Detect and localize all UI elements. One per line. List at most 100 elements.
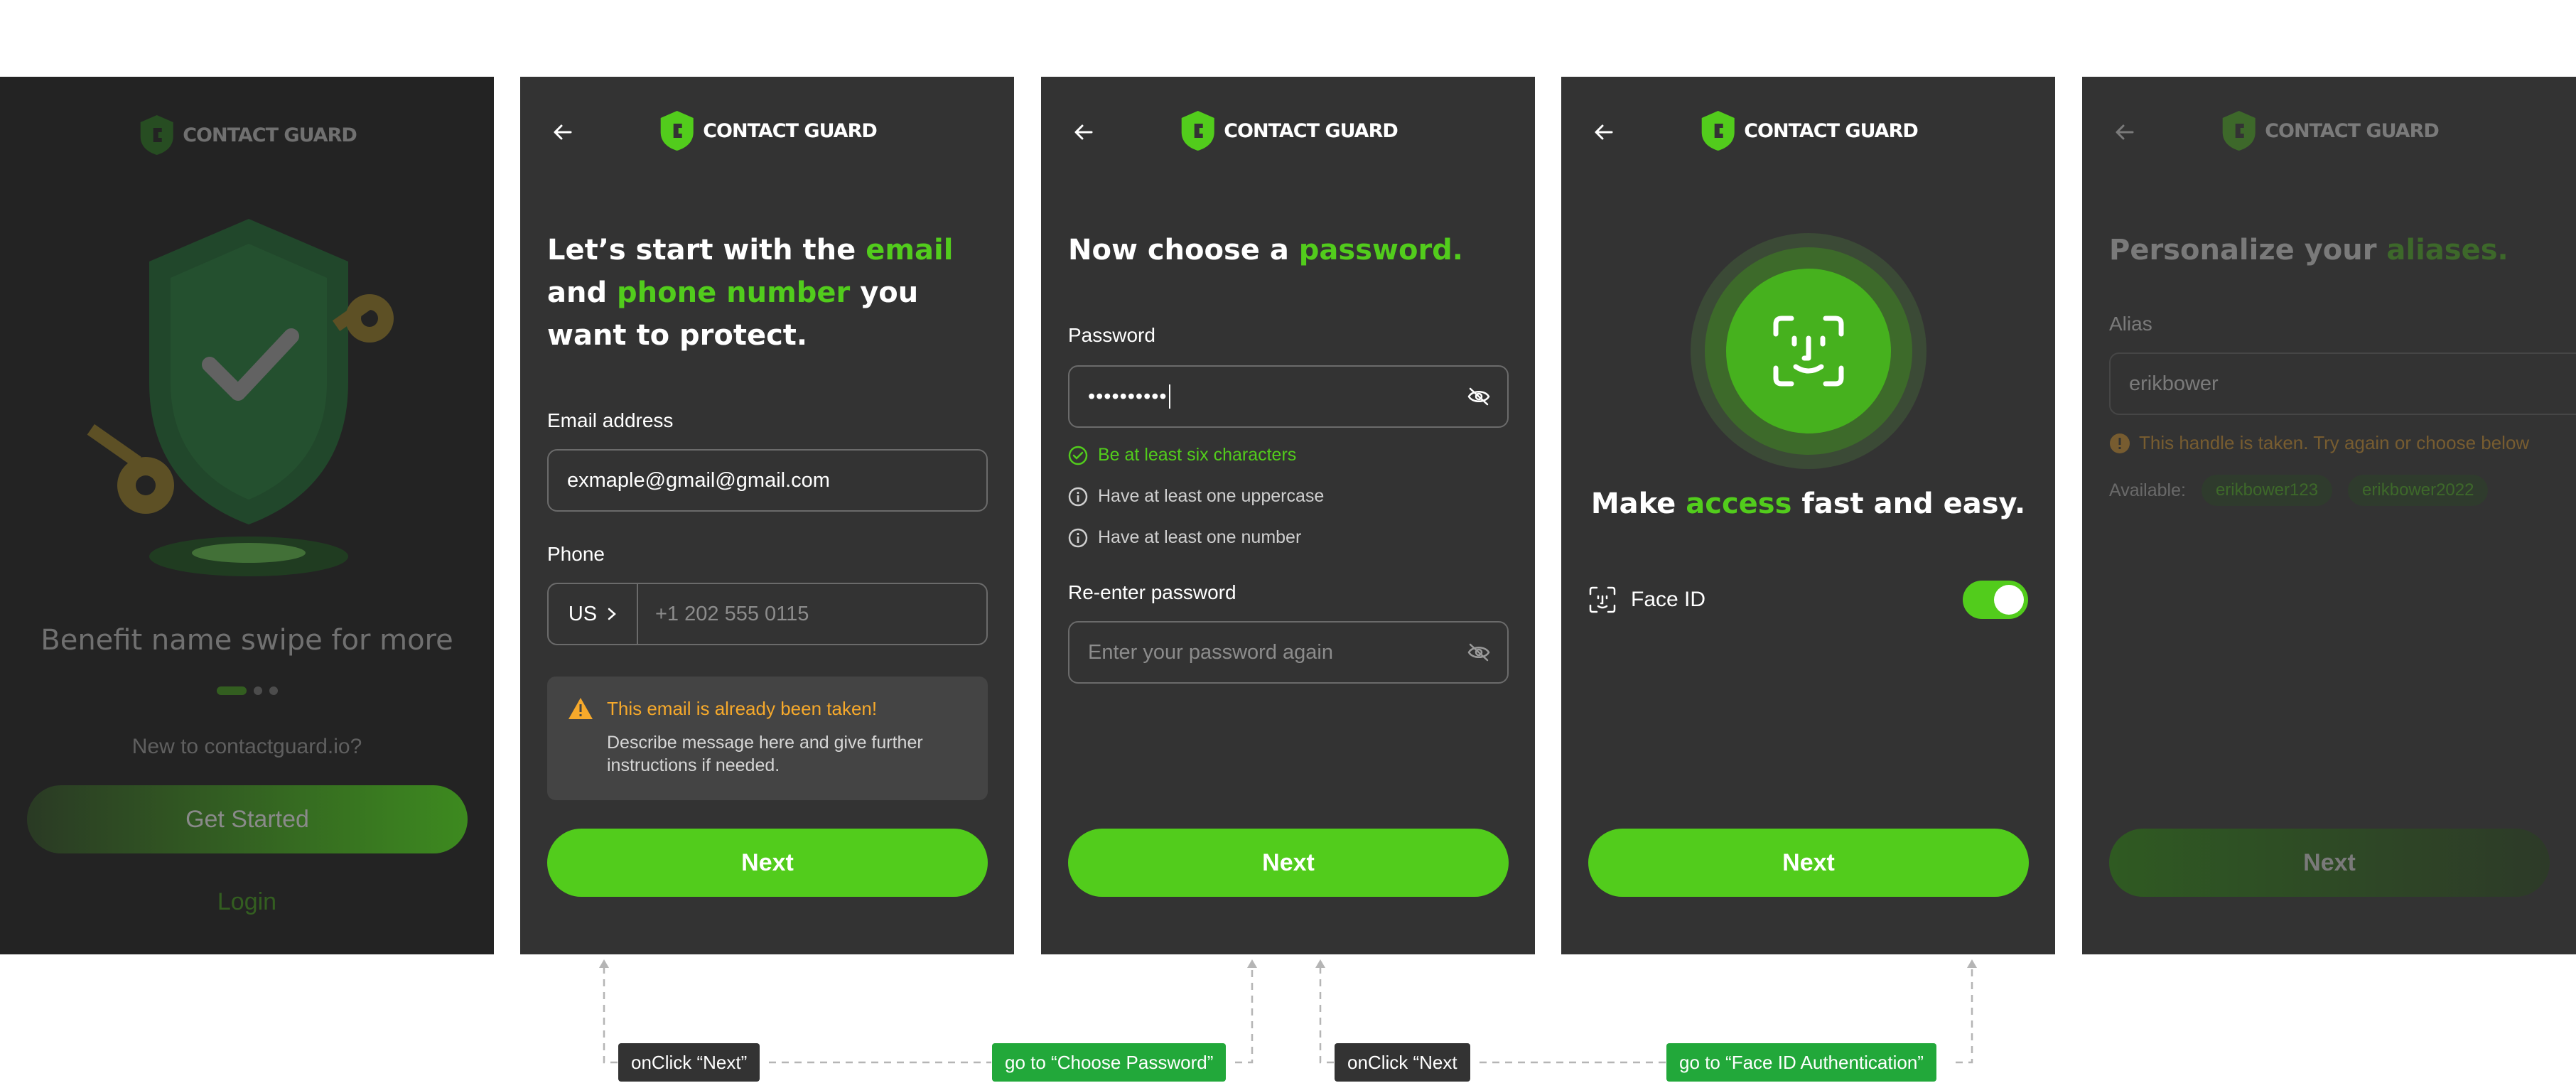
back-button[interactable] xyxy=(1588,117,1620,148)
eye-off-icon[interactable] xyxy=(1467,387,1490,406)
title-text: Let’s start with the xyxy=(547,234,866,266)
arrow-left-icon xyxy=(1595,124,1613,140)
phone-field[interactable]: US +1 202 555 0115 xyxy=(547,583,988,645)
rule-text: Be at least six characters xyxy=(1098,445,1297,465)
title-text: fast and easy. xyxy=(1791,487,2026,520)
next-button[interactable]: Next xyxy=(1068,829,1509,897)
alias-suggestion-chip[interactable]: erikbower123 xyxy=(2201,475,2333,506)
aliases-screen: CONTACT GUARD Personalize your aliases. … xyxy=(2082,77,2576,954)
logo: CONTACT GUARD xyxy=(1178,109,1399,152)
arrow-left-icon xyxy=(2116,124,2134,140)
face-id-icon xyxy=(1589,586,1616,613)
face-id-toggle[interactable] xyxy=(1963,581,2028,619)
password-rule-met: Be at least six characters xyxy=(1068,445,1296,465)
error-circle-icon xyxy=(2110,433,2130,453)
eye-off-icon[interactable] xyxy=(1467,642,1490,662)
alias-field[interactable]: erikbower xyxy=(2109,352,2576,415)
title-accent: phone number xyxy=(617,276,851,309)
password-value: •••••••••• xyxy=(1088,384,1168,408)
header: CONTACT GUARD xyxy=(1041,109,1535,152)
alert-title: This email is already been taken! xyxy=(607,698,878,719)
warning-icon xyxy=(568,698,593,719)
logo-text: CONTACT GUARD xyxy=(703,119,878,142)
password-rule: Have at least one uppercase xyxy=(1068,486,1324,507)
text-cursor xyxy=(1168,384,1170,409)
next-button[interactable]: Next xyxy=(1588,829,2029,897)
face-id-graphic xyxy=(1689,232,1928,470)
face-id-row: Face ID xyxy=(1588,580,2028,620)
pagination-dot[interactable] xyxy=(253,686,262,695)
email-label: Email address xyxy=(547,409,674,431)
pagination-dot-active[interactable] xyxy=(216,686,247,695)
annotation-onclick-next: onClick “Next xyxy=(1335,1043,1470,1082)
page-title: Now choose a password. xyxy=(1068,229,1508,271)
alias-suggestion-chip[interactable]: erikbower2022 xyxy=(2348,475,2489,506)
page-title: Let’s start with the email and phone num… xyxy=(547,229,987,357)
annotation-onclick-next: onClick “Next” xyxy=(618,1043,760,1082)
header: CONTACT GUARD xyxy=(1561,109,2055,152)
shield-logo-icon xyxy=(140,115,173,155)
header: CONTACT GUARD xyxy=(2082,109,2576,152)
password-screen: CONTACT GUARD Now choose a password. Pas… xyxy=(1041,77,1535,954)
onboarding-screen: CONTACT GUARD Benefit name swipe for mor… xyxy=(0,77,494,954)
logo: CONTACT GUARD xyxy=(2219,109,2440,152)
shield-logo-icon xyxy=(1181,111,1214,151)
face-id-label: Face ID xyxy=(1631,588,1706,611)
title-accent: password. xyxy=(1298,234,1463,266)
header: CONTACT GUARD xyxy=(520,109,1014,152)
logo: CONTACT GUARD xyxy=(137,114,357,156)
error-alert: This email is already been taken! Descri… xyxy=(547,677,988,800)
shield-logo-icon xyxy=(660,111,694,151)
logo-text: CONTACT GUARD xyxy=(183,124,357,146)
arrow-left-icon xyxy=(554,124,572,140)
logo-text: CONTACT GUARD xyxy=(1744,119,1919,142)
toggle-knob xyxy=(1994,585,2024,615)
phone-label: Phone xyxy=(547,543,605,565)
reenter-password-field[interactable]: Enter your password again xyxy=(1068,621,1509,684)
back-button[interactable] xyxy=(547,117,578,148)
tagline: Benefit name swipe for more xyxy=(41,624,453,657)
rule-text: Have at least one uppercase xyxy=(1098,486,1325,506)
shield-key-illustration-icon xyxy=(87,219,394,576)
get-started-button[interactable]: Get Started xyxy=(27,785,468,853)
annotation-goto-choose-password: go to “Choose Password” xyxy=(992,1043,1227,1082)
next-button[interactable]: Next xyxy=(547,829,988,897)
logo: CONTACT GUARD xyxy=(657,109,878,152)
title-text: Now choose a xyxy=(1068,234,1299,266)
annotation-goto-face-id: go to “Face ID Authentication” xyxy=(1666,1043,1936,1082)
available-row: Available: erikbower123 erikbower2022 xyxy=(2109,475,2489,506)
rule-text: Have at least one number xyxy=(1098,527,1302,547)
alert-body: Describe message here and give further i… xyxy=(607,733,923,775)
pagination-dot[interactable] xyxy=(269,686,278,695)
shield-logo-icon xyxy=(1701,111,1735,151)
title-text: Personalize your xyxy=(2109,234,2387,266)
title-accent: email xyxy=(866,234,954,266)
title-text: Make xyxy=(1590,487,1686,520)
face-id-screen: CONTACT GUARD Make access fast and easy.… xyxy=(1561,77,2055,954)
country-code: US xyxy=(568,602,598,625)
password-field[interactable]: •••••••••• xyxy=(1068,365,1509,428)
logo-text: CONTACT GUARD xyxy=(1224,119,1399,142)
email-field[interactable]: exmaple@gmail@gmail.com xyxy=(547,449,988,512)
new-user-text: New to contactguard.io? xyxy=(131,735,362,758)
back-button[interactable] xyxy=(1068,117,1099,148)
pagination-dots xyxy=(0,686,494,695)
alias-label: Alias xyxy=(2109,313,2152,335)
next-label: Next xyxy=(2303,848,2356,876)
logo: CONTACT GUARD xyxy=(1698,109,1919,152)
back-button[interactable] xyxy=(2109,117,2140,148)
login-link[interactable]: Login xyxy=(0,888,494,916)
email-phone-screen: CONTACT GUARD Let’s start with the email… xyxy=(520,77,1014,954)
chevron-right-icon xyxy=(608,608,617,620)
header: CONTACT GUARD xyxy=(0,114,494,156)
country-selector[interactable]: US xyxy=(549,584,638,644)
arrow-left-icon xyxy=(1074,124,1093,140)
next-button[interactable]: Next xyxy=(2109,829,2550,897)
page-title: Make access fast and easy. xyxy=(1561,487,2055,520)
phone-placeholder: +1 202 555 0115 xyxy=(655,602,809,625)
alias-error-text: This handle is taken. Try again or choos… xyxy=(2139,432,2530,453)
get-started-label: Get Started xyxy=(185,805,309,833)
face-id-large-icon xyxy=(1691,233,1926,469)
page-title: Personalize your aliases. xyxy=(2109,229,2576,271)
shield-logo-icon xyxy=(2222,111,2256,151)
